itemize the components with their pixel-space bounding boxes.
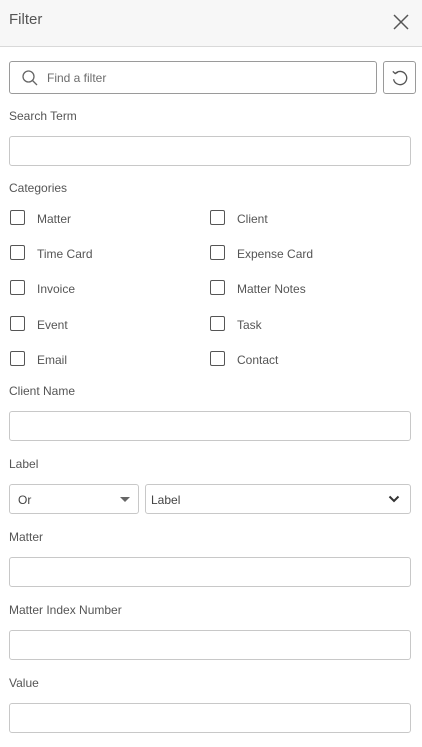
category-label: Time Card (37, 247, 93, 261)
category-label: Client (237, 212, 268, 226)
checkbox-icon (210, 210, 225, 225)
matter-index-number-label: Matter Index Number (9, 603, 122, 617)
find-filter-box (9, 61, 377, 94)
checkbox-icon (210, 316, 225, 331)
label-select[interactable]: Label (145, 484, 411, 514)
checkbox-icon (210, 351, 225, 366)
category-label: Event (37, 318, 68, 332)
filter-panel-header: Filter (0, 0, 422, 47)
label-select-value: Label (151, 493, 181, 507)
checkbox-icon (10, 351, 25, 366)
checkbox-icon (10, 210, 25, 225)
checkbox-icon (10, 245, 25, 260)
label-operator-select[interactable]: Or (9, 484, 139, 514)
matter-label: Matter (9, 530, 44, 544)
category-label: Task (237, 318, 262, 332)
client-name-label: Client Name (9, 384, 76, 398)
checkbox-icon (10, 280, 25, 295)
category-label: Contact (237, 353, 279, 367)
category-label: Invoice (37, 282, 76, 296)
value-input[interactable] (9, 703, 411, 733)
close-button[interactable] (388, 9, 414, 35)
search-icon (22, 70, 38, 86)
matter-index-number-input[interactable] (9, 630, 411, 660)
reset-icon (392, 70, 408, 86)
label-filter-label: Label (9, 457, 39, 471)
find-filter-input[interactable] (47, 63, 367, 92)
checkbox-icon (10, 316, 25, 331)
reset-filters-button[interactable] (383, 61, 416, 94)
category-label: Expense Card (237, 247, 314, 261)
category-label: Email (37, 353, 68, 367)
panel-title: Filter (9, 11, 43, 28)
checkbox-icon (210, 245, 225, 260)
client-name-input[interactable] (9, 411, 411, 441)
chevron-down-icon (388, 495, 400, 503)
search-term-input[interactable] (9, 136, 411, 166)
value-label: Value (9, 676, 39, 690)
checkbox-icon (210, 280, 225, 295)
search-term-label: Search Term (9, 109, 77, 123)
caret-down-icon (120, 497, 130, 502)
category-label: Matter (37, 212, 72, 226)
categories-label: Categories (9, 181, 68, 195)
label-operator-value: Or (18, 493, 32, 507)
matter-input[interactable] (9, 557, 411, 587)
close-icon (393, 14, 409, 30)
category-label: Matter Notes (237, 282, 306, 296)
